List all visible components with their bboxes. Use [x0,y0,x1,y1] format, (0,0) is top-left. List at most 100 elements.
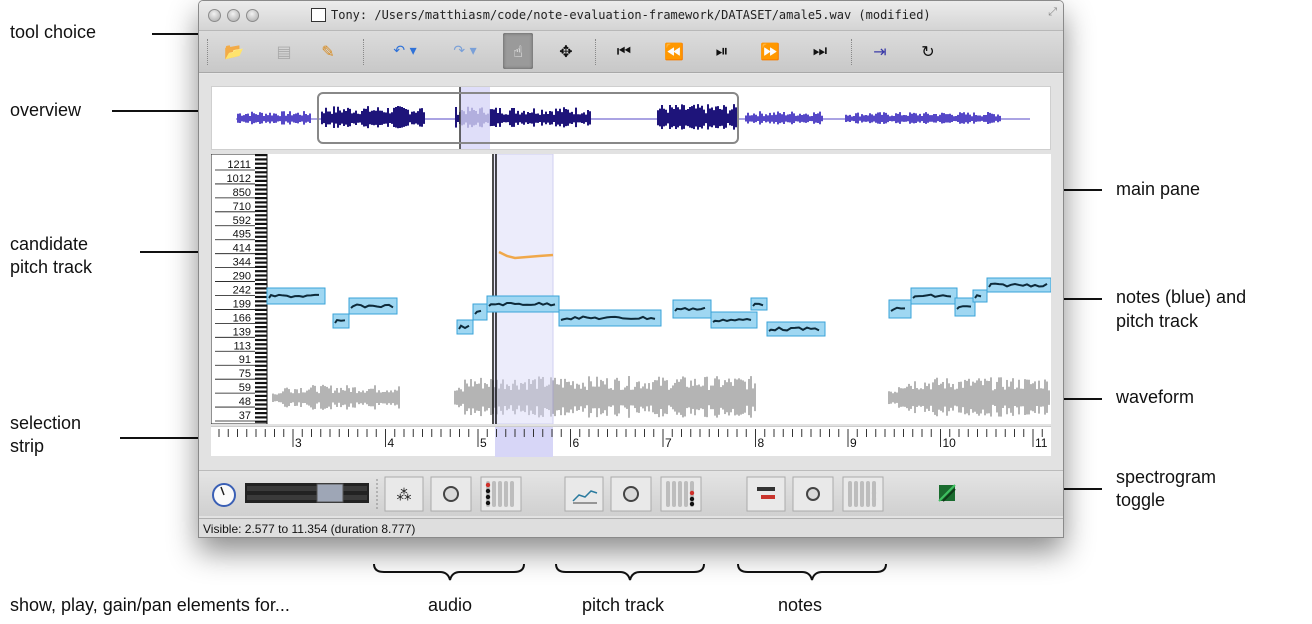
pitch-scale-label: 1211 [227,159,251,171]
edit-tool-button[interactable]: ✥ [551,36,581,66]
rewind-start-icon: ⏮ [616,41,632,60]
loop-button[interactable]: ↻ [913,36,943,66]
close-button[interactable] [208,9,221,22]
rewind-start-button[interactable]: ⏮ [609,36,639,66]
piano-black-key [255,158,267,161]
window-title: Tony: /Users/matthiasm/code/note-evaluat… [331,8,931,22]
play-selection-icon: ⇥ [873,41,887,61]
pitch-scale-label: 242 [233,285,251,297]
piano-black-key [255,369,267,372]
play-selection-button[interactable]: ⇥ [865,36,895,66]
piano-black-key [255,313,267,316]
main-pane[interactable]: 1211 1012 850 710 592 495 414 344 290 242 199 166 13… [210,153,1052,425]
save-icon: ▤ [276,41,292,61]
piano-black-key [255,175,267,178]
ruler-label: 6 [573,436,580,450]
notes-gain-pan[interactable] [842,476,884,512]
fullscreen-icon[interactable]: ⤢ [1048,6,1057,19]
selection-region[interactable] [494,153,554,425]
pitch-scale-label: 344 [233,257,251,269]
piano-black-key [255,171,267,174]
piano-black-key [255,360,267,363]
ruler-label: 10 [943,436,957,450]
status-bar: Visible: 2.577 to 11.354 (duration 8.777… [199,518,1063,537]
pitch-scale-label: 166 [233,312,251,324]
toolbar-separator [851,39,852,65]
minimize-button[interactable] [227,9,240,22]
piano-black-key [255,192,267,195]
piano-black-key [255,326,267,329]
play-pause-button[interactable]: ⏯ [707,36,737,66]
selection-strip[interactable]: 3 4 5 6 7 8 9 10 11 [211,426,1051,457]
ruler-label: 9 [850,436,857,450]
piano-black-key [255,244,267,247]
fast-forward-end-button[interactable]: ⏭ [805,36,835,66]
piano-black-key [255,321,267,324]
toolbar-separator [363,39,364,65]
piano-black-key [255,377,267,380]
waveform-layer [272,376,1050,418]
piano-black-key [255,373,267,376]
fast-forward-icon: ⏩ [760,41,780,61]
redo-button[interactable]: ↷ ▾ [443,36,487,66]
piano-black-key [255,304,267,307]
piano-black-key [255,403,267,406]
piano-keys [255,154,268,424]
time-ruler: 3 4 5 6 7 8 9 10 11 [218,427,1048,457]
overview-pane[interactable] [211,86,1051,150]
piano-black-key [255,214,267,217]
gain-column [860,481,864,507]
undo-button[interactable]: ↶ ▾ [383,36,427,66]
gain-dot [485,500,491,506]
audio-play-toggle[interactable] [430,476,472,512]
fast-forward-button[interactable]: ⏩ [755,36,785,66]
pitch-scale-label: 139 [233,326,251,338]
audio-show-toggle[interactable]: ⁂ [384,476,424,512]
piano-black-key [255,252,267,256]
level-meter[interactable] [245,483,369,503]
piano-black-key [255,222,267,225]
navigate-tool-button[interactable]: ☝ [503,33,533,69]
notes-show-toggle[interactable] [746,476,786,512]
brace-pitch-track [555,563,705,581]
gain-column [854,481,858,507]
piano-black-key [255,274,267,277]
piano-black-key [255,184,267,187]
zoom-button[interactable] [246,9,259,22]
main-pane-canvas: 1211 1012 850 710 592 495 414 344 290 242199 166 13… [210,153,1052,425]
pitch-track-gain-pan[interactable] [660,476,702,512]
pitch-scale-label: 290 [233,271,251,283]
save-button[interactable]: ▤ [269,36,299,66]
pitch-scale-label: 199 [233,298,251,310]
notes-layer [266,277,1052,337]
pitch-track-show-toggle[interactable] [564,476,604,512]
ruler-label: 7 [665,436,672,450]
rewind-button[interactable]: ⏪ [659,36,689,66]
pitch-scale-label: 91 [239,354,251,366]
piano-black-key [255,399,267,402]
ruler-label: 8 [758,436,765,450]
layer-control-bar: ⁂ [199,470,1063,516]
piano-black-key [255,334,267,337]
piano-black-key [255,283,267,286]
piano-black-key [255,416,267,419]
ruler-label: 5 [480,436,487,450]
play-pause-icon: ⏯ [715,41,729,60]
gain-dot [871,490,877,496]
speed-dial[interactable] [212,483,236,507]
open-button[interactable]: 📂 [219,36,249,66]
notes-play-toggle[interactable] [792,476,834,512]
content-area: 1211 1012 850 710 592 495 414 344 290 242 199 166 13… [199,74,1063,518]
pitch-scale-label: 495 [233,229,251,241]
save-as-button[interactable]: ✎ [313,36,343,66]
pitch-scale-label: 113 [233,340,251,352]
audio-gain-pan[interactable] [480,476,522,512]
pitch-scale-label: 850 [233,187,251,199]
toolbar-separator [207,39,208,65]
overview-selection [460,87,490,149]
spectrogram-toggle[interactable] [938,484,956,502]
piano-black-key [255,317,267,320]
gain-column [866,481,870,507]
pitch-track-play-toggle[interactable] [610,476,652,512]
gain-dot [871,496,877,502]
